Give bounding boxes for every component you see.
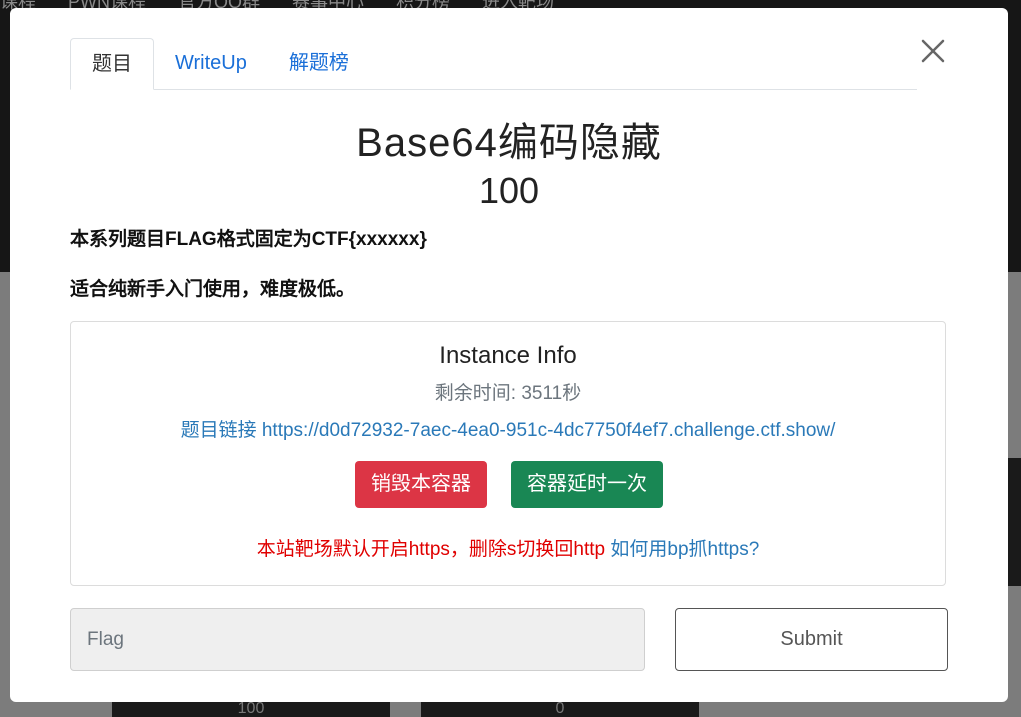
- submit-button[interactable]: Submit: [675, 608, 948, 671]
- extend-container-button[interactable]: 容器延时一次: [511, 461, 663, 508]
- challenge-title: Base64编码隐藏: [356, 121, 662, 165]
- tab-challenge[interactable]: 题目: [70, 38, 154, 90]
- instance-time-remaining: 剩余时间: 3511秒: [434, 383, 582, 404]
- bp-https-help-link[interactable]: 如何用bp抓https?: [610, 539, 759, 560]
- flag-input[interactable]: [70, 608, 645, 671]
- challenge-description: 本系列题目FLAG格式固定为CTF{xxxxxx}: [70, 229, 427, 250]
- background-card: [1008, 458, 1021, 586]
- tab-solves[interactable]: 解题榜: [268, 38, 370, 88]
- challenge-modal: 题目 WriteUp 解题榜 Base64编码隐藏 100 本系列题目FLAG格…: [10, 8, 1008, 702]
- background-card: 0: [421, 700, 699, 717]
- challenge-description: 适合纯新手入门使用，难度极低。: [70, 279, 356, 300]
- tab-writeup[interactable]: WriteUp: [154, 38, 268, 88]
- challenge-points: 100: [478, 170, 540, 211]
- modal-tabs: 题目 WriteUp 解题榜: [70, 38, 917, 90]
- destroy-container-button[interactable]: 销毁本容器: [355, 461, 487, 508]
- instance-link-url[interactable]: https://d0d72932-7aec-4ea0-951c-4dc7750f…: [262, 420, 836, 441]
- background-card: 100: [112, 700, 390, 717]
- instance-info-panel: Instance Info 剩余时间: 3511秒 题目链接 https://d…: [70, 321, 946, 586]
- instance-heading: Instance Info: [439, 342, 577, 369]
- instance-link-label: 题目链接: [180, 420, 257, 441]
- https-note-text: 本站靶场默认开启https，删除s切换回http: [256, 539, 606, 560]
- instance-link[interactable]: 题目链接 https://d0d72932-7aec-4ea0-951c-4dc…: [71, 415, 945, 442]
- https-note: 本站靶场默认开启https，删除s切换回http 如何用bp抓https?: [71, 534, 945, 561]
- close-icon[interactable]: [918, 36, 948, 66]
